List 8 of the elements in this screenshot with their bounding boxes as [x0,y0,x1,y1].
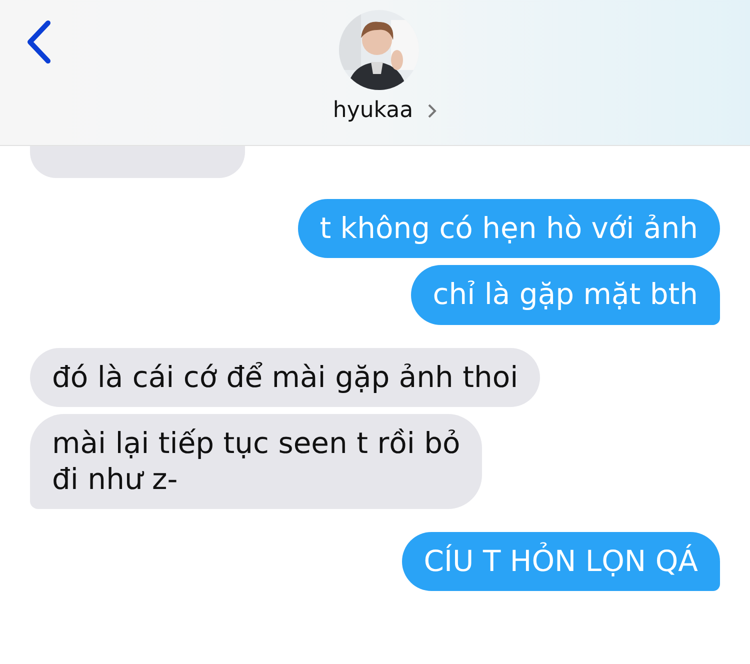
chevron-icon[interactable] [427,102,438,118]
message-bubble: chỉ là gặp mặt bth [410,265,720,325]
message-bubble: t không có hẹn hò với ảnh [298,199,720,258]
message-bubble: đó là cái cớ để mài gặp ảnh thoi [30,348,540,408]
contact-name[interactable]: hyukaa [332,98,414,123]
back-icon[interactable] [26,20,52,64]
message-bubble: mài lại tiếp tục seen t rồi bỏ đi như z- [30,414,482,509]
message-bubble: CÍU T HỎN LỌN QÁ [402,532,720,592]
